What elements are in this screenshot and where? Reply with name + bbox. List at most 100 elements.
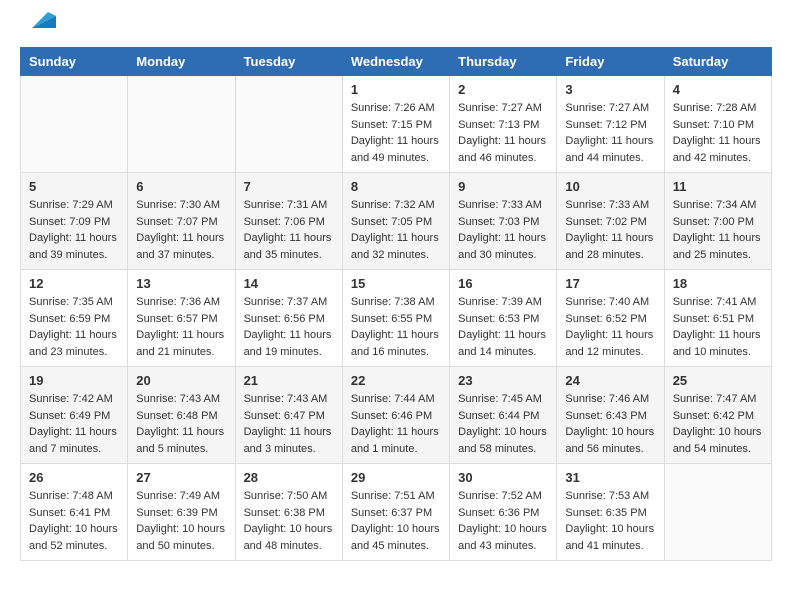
sunset-text: Sunset: 6:35 PM <box>565 507 646 519</box>
daylight-text: Daylight: 11 hours and 30 minutes. <box>458 232 546 261</box>
cell-content: Sunrise: 7:52 AMSunset: 6:36 PMDaylight:… <box>458 488 548 554</box>
daylight-text: Daylight: 11 hours and 35 minutes. <box>244 232 332 261</box>
calendar-cell: 19 Sunrise: 7:42 AM Sunset: 6:49 PM Dayligh… <box>21 367 128 464</box>
sunrise-text: Sunrise: 7:27 AM <box>458 102 542 114</box>
daylight-text: Daylight: 11 hours and 16 minutes. <box>351 329 439 358</box>
sunrise-text: Sunrise: 7:31 AM <box>244 199 328 211</box>
cell-content: Sunrise: 7:33 AMSunset: 7:02 PMDaylight:… <box>565 197 655 263</box>
weekday-header-wednesday: Wednesday <box>342 48 449 76</box>
daylight-text: Daylight: 11 hours and 21 minutes. <box>136 329 224 358</box>
day-number: 26 <box>29 470 119 485</box>
day-number: 16 <box>458 276 548 291</box>
cell-content: Sunrise: 7:31 AMSunset: 7:06 PMDaylight:… <box>244 197 334 263</box>
cell-content: Sunrise: 7:47 AMSunset: 6:42 PMDaylight:… <box>673 391 763 457</box>
sunrise-text: Sunrise: 7:52 AM <box>458 490 542 502</box>
sunset-text: Sunset: 6:47 PM <box>244 410 325 422</box>
sunset-text: Sunset: 7:15 PM <box>351 119 432 131</box>
sunset-text: Sunset: 6:43 PM <box>565 410 646 422</box>
day-number: 1 <box>351 82 441 97</box>
day-number: 28 <box>244 470 334 485</box>
day-number: 29 <box>351 470 441 485</box>
calendar-week-4: 19 Sunrise: 7:42 AM Sunset: 6:49 PM Dayligh… <box>21 367 772 464</box>
calendar-cell: 16Sunrise: 7:39 AMSunset: 6:53 PMDayligh… <box>450 270 557 367</box>
sunset-text: Sunset: 6:39 PM <box>136 507 217 519</box>
daylight-text: Daylight: 10 hours and 45 minutes. <box>351 523 440 552</box>
calendar-cell: 14Sunrise: 7:37 AMSunset: 6:56 PMDayligh… <box>235 270 342 367</box>
day-number: 7 <box>244 179 334 194</box>
cell-content: Sunrise: 7:27 AMSunset: 7:13 PMDaylight:… <box>458 100 548 166</box>
sunrise-text: Sunrise: 7:40 AM <box>565 296 649 308</box>
daylight-text: Daylight: 11 hours and 12 minutes. <box>565 329 653 358</box>
cell-content: Sunrise: 7:40 AMSunset: 6:52 PMDaylight:… <box>565 294 655 360</box>
day-number: 5 <box>29 179 119 194</box>
daylight-text: Daylight: 11 hours and 3 minutes. <box>244 426 332 455</box>
day-number: 27 <box>136 470 226 485</box>
daylight-text: Daylight: 11 hours and 7 minutes. <box>29 426 117 455</box>
sunrise-text: Sunrise: 7:29 AM <box>29 199 113 211</box>
sunset-text: Sunset: 6:56 PM <box>244 313 325 325</box>
calendar-cell: 10 Sunrise: 7:33 AMSunset: 7:02 PMDayligh… <box>557 173 664 270</box>
cell-content: Sunrise: 7:46 AMSunset: 6:43 PMDaylight:… <box>565 391 655 457</box>
sunset-text: Sunset: 6:49 PM <box>29 410 110 422</box>
day-number: 14 <box>244 276 334 291</box>
calendar-cell <box>235 76 342 173</box>
day-number: 19 <box>29 373 119 388</box>
daylight-text: Daylight: 11 hours and 5 minutes. <box>136 426 224 455</box>
calendar-cell: 9Sunrise: 7:33 AMSunset: 7:03 PMDaylight… <box>450 173 557 270</box>
calendar-cell: 12Sunrise: 7:35 AMSunset: 6:59 PMDayligh… <box>21 270 128 367</box>
daylight-text: Daylight: 11 hours and 42 minutes. <box>673 135 761 164</box>
calendar-cell: 22Sunrise: 7:44 AMSunset: 6:46 PMDayligh… <box>342 367 449 464</box>
weekday-header-saturday: Saturday <box>664 48 771 76</box>
calendar-cell <box>128 76 235 173</box>
sunrise-text: Sunrise: 7:30 AM <box>136 199 220 211</box>
sunrise-text: Sunrise: 7:38 AM <box>351 296 435 308</box>
sunrise-text: Sunrise: 7:45 AM <box>458 393 542 405</box>
day-number: 21 <box>244 373 334 388</box>
daylight-text: Daylight: 10 hours and 50 minutes. <box>136 523 225 552</box>
daylight-text: Daylight: 11 hours and 44 minutes. <box>565 135 653 164</box>
day-number: 15 <box>351 276 441 291</box>
daylight-text: Daylight: 11 hours and 14 minutes. <box>458 329 546 358</box>
calendar-cell: 29 Sunrise: 7:51 AMSunset: 6:37 PMDayligh… <box>342 464 449 561</box>
daylight-text: Daylight: 11 hours and 49 minutes. <box>351 135 439 164</box>
sunrise-text: Sunrise: 7:47 AM <box>673 393 757 405</box>
sunrise-text: Sunrise: 7:35 AM <box>29 296 113 308</box>
sunrise-text: Sunrise: 7:32 AM <box>351 199 435 211</box>
sunset-text: Sunset: 6:37 PM <box>351 507 432 519</box>
cell-content: Sunrise: 7:41 AMSunset: 6:51 PMDaylight:… <box>673 294 763 360</box>
cell-content: Sunrise: 7:42 AM Sunset: 6:49 PM Daylight:… <box>29 391 119 457</box>
daylight-text: Daylight: 10 hours and 54 minutes. <box>673 426 762 455</box>
sunrise-text: Sunrise: 7:42 AM <box>29 393 113 405</box>
calendar-cell: 27Sunrise: 7:49 AMSunset: 6:39 PMDayligh… <box>128 464 235 561</box>
calendar-cell: 8Sunrise: 7:32 AMSunset: 7:05 PMDaylight… <box>342 173 449 270</box>
day-number: 25 <box>673 373 763 388</box>
calendar-week-1: 1Sunrise: 7:26 AMSunset: 7:15 PMDaylight… <box>21 76 772 173</box>
daylight-text: Daylight: 11 hours and 39 minutes. <box>29 232 117 261</box>
calendar-cell: 21Sunrise: 7:43 AMSunset: 6:47 PMDayligh… <box>235 367 342 464</box>
cell-content: Sunrise: 7:53 AMSunset: 6:35 PMDaylight:… <box>565 488 655 554</box>
sunrise-text: Sunrise: 7:39 AM <box>458 296 542 308</box>
day-number: 31 <box>565 470 655 485</box>
weekday-header-sunday: Sunday <box>21 48 128 76</box>
day-number: 11 <box>673 179 763 194</box>
calendar-cell: 3Sunrise: 7:27 AMSunset: 7:12 PMDaylight… <box>557 76 664 173</box>
daylight-text: Daylight: 11 hours and 28 minutes. <box>565 232 653 261</box>
day-number: 12 <box>29 276 119 291</box>
cell-content: Sunrise: 7:48 AMSunset: 6:41 PMDaylight:… <box>29 488 119 554</box>
daylight-text: Daylight: 10 hours and 58 minutes. <box>458 426 547 455</box>
sunset-text: Sunset: 7:02 PM <box>565 216 646 228</box>
day-number: 18 <box>673 276 763 291</box>
sunset-text: Sunset: 7:09 PM <box>29 216 110 228</box>
cell-content: Sunrise: 7:51 AMSunset: 6:37 PMDaylight:… <box>351 488 441 554</box>
calendar-week-3: 12Sunrise: 7:35 AMSunset: 6:59 PMDayligh… <box>21 270 772 367</box>
cell-content: Sunrise: 7:34 AMSunset: 7:00 PMDaylight:… <box>673 197 763 263</box>
day-number: 13 <box>136 276 226 291</box>
sunrise-text: Sunrise: 7:34 AM <box>673 199 757 211</box>
page-header <box>20 20 772 37</box>
calendar-cell: 17Sunrise: 7:40 AMSunset: 6:52 PMDayligh… <box>557 270 664 367</box>
calendar-cell: 13Sunrise: 7:36 AMSunset: 6:57 PMDayligh… <box>128 270 235 367</box>
calendar-cell: 25 Sunrise: 7:47 AMSunset: 6:42 PMDayligh… <box>664 367 771 464</box>
sunset-text: Sunset: 6:57 PM <box>136 313 217 325</box>
weekday-header-monday: Monday <box>128 48 235 76</box>
day-number: 10 <box>565 179 655 194</box>
